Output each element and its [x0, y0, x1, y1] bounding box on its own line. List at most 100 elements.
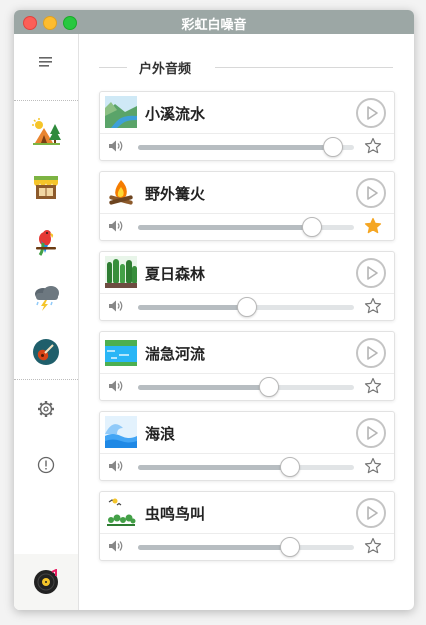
waves-icon: [105, 416, 137, 448]
campfire-icon: [109, 180, 133, 205]
sound-card-header: 夏日森林: [100, 252, 394, 292]
sidebar: [14, 34, 79, 610]
settings-icon: [38, 401, 54, 417]
sound-name: 野外篝火: [145, 185, 206, 203]
favorite-star-icon[interactable]: [364, 297, 382, 315]
info-icon: [37, 456, 55, 474]
main-content: 户外音频 小溪流水野外篝火夏日森林湍急河流海浪虫鸣鸟叫: [79, 34, 414, 610]
volume-icon: [109, 460, 123, 472]
play-icon: [367, 506, 378, 520]
title-bar: 彩虹白噪音: [14, 10, 414, 34]
sound-card: 夏日森林: [99, 251, 395, 321]
play-icon: [367, 346, 378, 360]
card-divider: [100, 133, 394, 134]
volume-slider[interactable]: [138, 377, 354, 397]
sidebar-item-outdoor[interactable]: [14, 112, 78, 152]
sidebar-item-shop[interactable]: [14, 167, 78, 207]
volume-slider-handle[interactable]: [258, 377, 279, 397]
card-divider: [100, 533, 394, 534]
card-divider: [100, 373, 394, 374]
camping-category-icon: [32, 118, 61, 145]
volume-icon: [109, 540, 123, 552]
play-button[interactable]: [356, 498, 386, 528]
volume-slider-handle[interactable]: [280, 457, 301, 477]
vinyl-record-icon: [34, 569, 58, 594]
sound-card-header: 虫鸣鸟叫: [100, 492, 394, 532]
volume-slider-fill: [138, 465, 290, 470]
shop-category-icon: [34, 176, 58, 199]
play-button[interactable]: [356, 98, 386, 128]
play-button[interactable]: [356, 418, 386, 448]
volume-icon: [109, 140, 123, 152]
volume-slider-handle[interactable]: [280, 537, 301, 557]
volume-slider[interactable]: [138, 137, 354, 157]
play-icon: [367, 106, 378, 120]
guitar-category-icon: [33, 339, 59, 365]
volume-slider-fill: [138, 145, 333, 150]
volume-slider-fill: [138, 545, 290, 550]
play-icon: [367, 266, 378, 280]
birds-insects-icon: [105, 496, 137, 528]
volume-slider[interactable]: [138, 457, 354, 477]
play-icon: [367, 186, 378, 200]
volume-slider-handle[interactable]: [237, 297, 257, 317]
sound-card-header: 野外篝火: [100, 172, 394, 212]
stream-icon: [105, 96, 137, 128]
volume-slider-fill: [138, 305, 246, 310]
volume-slider-handle[interactable]: [323, 137, 344, 157]
section-line-right: [215, 67, 393, 68]
favorite-star-icon[interactable]: [364, 377, 382, 395]
sound-name: 虫鸣鸟叫: [145, 505, 206, 523]
section-title: 户外音频: [139, 62, 192, 77]
volume-slider-fill: [138, 385, 268, 390]
play-button[interactable]: [356, 258, 386, 288]
menu-button[interactable]: [14, 42, 78, 82]
favorite-star-icon[interactable]: [364, 137, 382, 155]
play-icon: [367, 426, 378, 440]
favorite-star-icon[interactable]: [364, 537, 382, 555]
card-divider: [100, 213, 394, 214]
volume-slider[interactable]: [138, 297, 354, 317]
sidebar-divider: [14, 379, 78, 380]
forest-icon: [105, 256, 137, 288]
now-playing-button[interactable]: [14, 554, 78, 610]
volume-slider[interactable]: [138, 537, 354, 557]
settings-button[interactable]: [14, 389, 78, 429]
sidebar-divider: [14, 100, 78, 101]
volume-icon: [109, 300, 123, 312]
sidebar-item-birds[interactable]: [14, 222, 78, 262]
parrot-category-icon: [36, 230, 56, 256]
favorite-star-icon[interactable]: [364, 457, 382, 475]
about-button[interactable]: [14, 445, 78, 485]
volume-slider-handle[interactable]: [301, 217, 322, 237]
sound-card: 小溪流水: [99, 91, 395, 161]
sound-name: 海浪: [145, 425, 176, 443]
sound-card: 海浪: [99, 411, 395, 481]
volume-slider-fill: [138, 225, 311, 230]
river-icon: [105, 336, 137, 368]
section-line-left: [99, 67, 127, 68]
menu-icon: [39, 57, 52, 67]
play-button[interactable]: [356, 178, 386, 208]
card-divider: [100, 453, 394, 454]
sound-card: 野外篝火: [99, 171, 395, 241]
sound-card-header: 海浪: [100, 412, 394, 452]
window-title: 彩虹白噪音: [181, 18, 247, 33]
sound-name: 夏日森林: [145, 265, 206, 283]
sidebar-item-weather[interactable]: [14, 277, 78, 317]
sidebar-item-music[interactable]: [14, 332, 78, 372]
app-window: 彩虹白噪音 户外音频 小溪流水 野外篝火 夏日森林 湍急河流 海浪 虫鸣鸟叫: [14, 10, 414, 610]
sound-card-header: 小溪流水: [100, 92, 394, 132]
thunderstorm-category-icon: [35, 286, 59, 311]
volume-icon: [109, 220, 123, 232]
card-divider: [100, 293, 394, 294]
sound-card-header: 湍急河流: [100, 332, 394, 372]
sound-card: 湍急河流: [99, 331, 395, 401]
volume-slider[interactable]: [138, 217, 354, 237]
play-button[interactable]: [356, 338, 386, 368]
sound-name: 湍急河流: [145, 345, 206, 363]
sound-name: 小溪流水: [145, 105, 206, 123]
sound-card: 虫鸣鸟叫: [99, 491, 395, 561]
volume-icon: [109, 380, 123, 392]
favorite-star-icon[interactable]: [364, 217, 382, 235]
